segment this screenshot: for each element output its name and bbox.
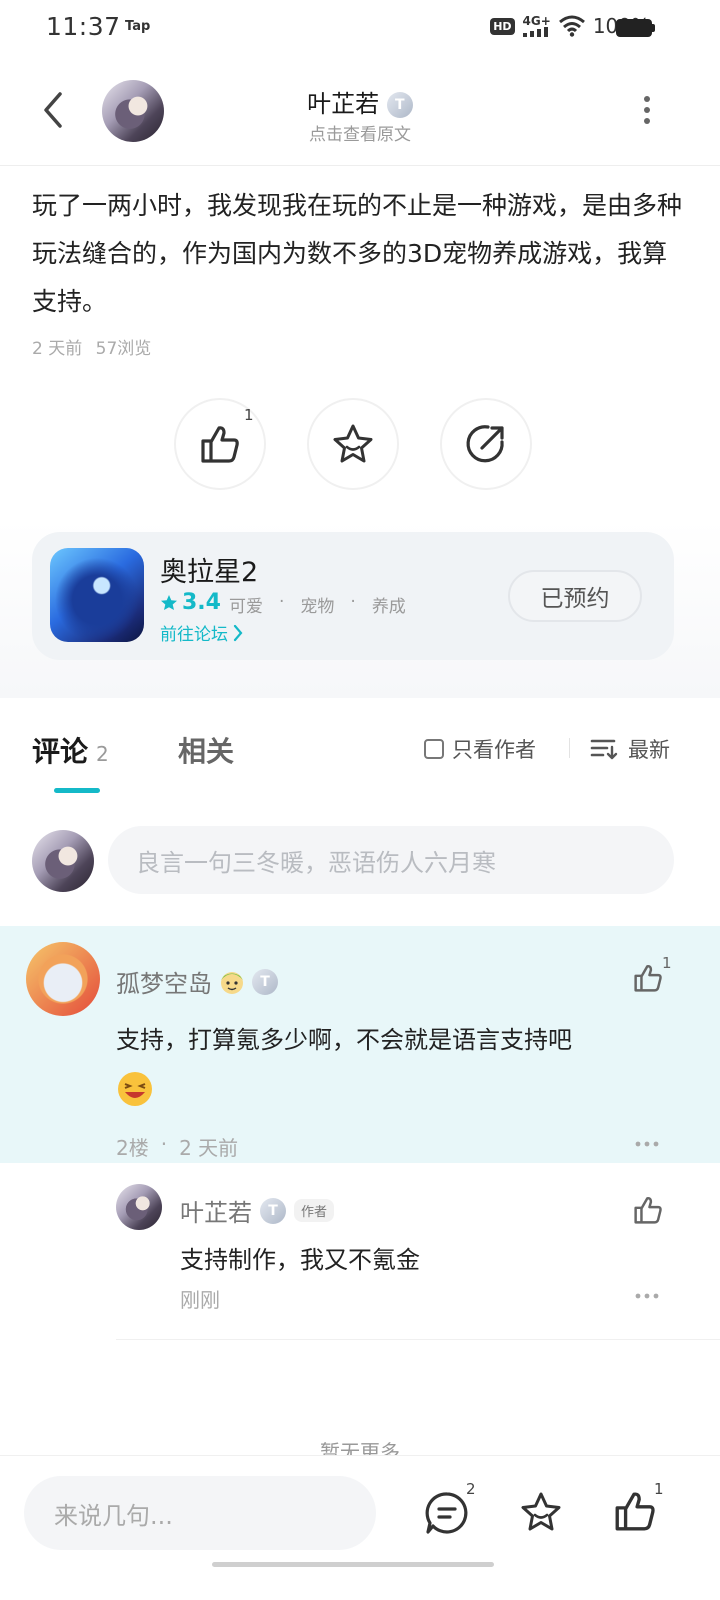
game-title[interactable]: 奥拉星2: [160, 550, 258, 589]
comment-like-button[interactable]: [632, 962, 664, 994]
favorite-button[interactable]: [307, 398, 399, 490]
level-badge: T: [252, 968, 278, 995]
author-tag: 作者: [294, 1199, 335, 1222]
level-badge: T: [386, 92, 413, 118]
meta-separator: ·: [160, 1132, 168, 1156]
bottom-favorite-button[interactable]: [518, 1490, 564, 1534]
post-meta: 2 天前 57浏览: [32, 334, 151, 359]
reply-user-name[interactable]: 叶芷若: [180, 1193, 252, 1228]
share-button[interactable]: [440, 398, 532, 490]
thumbs-up-icon: [615, 1492, 655, 1531]
rating-star-icon: [160, 594, 178, 612]
network-type: 4G+: [522, 14, 551, 28]
active-tab-indicator: [54, 788, 100, 793]
tag-separator: ·: [350, 592, 356, 612]
hd-badge: HD: [490, 17, 515, 35]
battery-icon: [616, 19, 652, 37]
sort-label: 最新: [628, 738, 670, 762]
thumbs-up-icon: [198, 422, 242, 466]
game-icon[interactable]: [50, 548, 144, 642]
reply-divider: [116, 1339, 720, 1340]
chevron-right-icon: [232, 624, 244, 642]
status-time: 11:37: [46, 12, 121, 41]
reply-header: 叶芷若 T 作者: [180, 1193, 335, 1228]
laughing-emoji-icon: [116, 1070, 154, 1108]
level-badge: T: [260, 1197, 286, 1224]
post-body: 玩了一两小时，我发现我在玩的不止是一种游戏，是由多种玩法缝合的，作为国内为数不多…: [32, 191, 683, 316]
comment-floor: 2楼: [116, 1136, 149, 1160]
more-options-icon[interactable]: [640, 94, 654, 126]
reserved-button[interactable]: 已预约: [508, 570, 642, 622]
comment-time: 2 天前: [179, 1136, 239, 1160]
author-only-checkbox[interactable]: [424, 739, 444, 759]
signal-icon: 4G+: [522, 14, 551, 37]
tab-comments[interactable]: 评论 2: [32, 730, 109, 770]
game-tag: 养成: [371, 597, 406, 617]
star-icon: [330, 422, 376, 466]
bottom-bar: 来说几句... 2 1: [0, 1455, 720, 1600]
reply-like-button[interactable]: [632, 1194, 664, 1226]
bottom-like-button[interactable]: [612, 1488, 658, 1534]
section-divider: [0, 698, 720, 712]
forum-link-label: 前往论坛: [160, 625, 228, 645]
sort-icon: [590, 738, 618, 760]
filter-divider: [569, 738, 570, 758]
wifi-icon: [558, 15, 585, 37]
post-header: 叶芷若 T 点击查看原文: [0, 60, 720, 166]
author-only-label: 只看作者: [452, 738, 536, 762]
rating-value: 3.4: [182, 590, 221, 615]
star-icon: [521, 1492, 561, 1531]
tab-related[interactable]: 相关: [178, 730, 234, 770]
comment-meta: 2楼 · 2 天前: [116, 1132, 238, 1161]
game-rating: 3.4: [160, 590, 221, 615]
comments-button[interactable]: [424, 1490, 470, 1536]
tag-separator: ·: [279, 592, 285, 612]
app-tag: Tap: [125, 19, 151, 34]
comment-like-count: 1: [662, 954, 672, 972]
commenter-row: 孤梦空岛 T: [116, 964, 278, 999]
game-tag: 可爱: [229, 597, 263, 617]
reply-text: 支持制作，我又不氪金: [180, 1246, 420, 1274]
page-title[interactable]: 叶芷若 T: [0, 84, 720, 119]
forum-link[interactable]: 前往论坛: [160, 620, 244, 645]
reply-more-icon[interactable]: [634, 1288, 660, 1304]
share-icon: [464, 422, 508, 466]
thumbs-up-icon: [634, 1197, 662, 1224]
comment-more-icon[interactable]: [634, 1136, 660, 1152]
post-time: 2 天前: [32, 339, 83, 359]
home-indicator[interactable]: [212, 1562, 494, 1567]
post-views: 57浏览: [95, 339, 152, 359]
comment-bubble-icon: [425, 1492, 468, 1534]
battery-tip: [652, 24, 655, 32]
bottom-like-count: 1: [654, 1480, 664, 1498]
reply-avatar[interactable]: [116, 1184, 162, 1230]
bottom-comment-input[interactable]: 来说几句...: [24, 1476, 376, 1550]
sort-button[interactable]: 最新: [590, 734, 670, 764]
commenter-avatar[interactable]: [26, 942, 100, 1016]
tab-comments-count: 2: [96, 742, 109, 766]
reply-time: 刚刚: [180, 1288, 220, 1312]
status-bar: 11:37 Tap HD 4G+ 100%: [0, 0, 720, 56]
my-avatar[interactable]: [32, 830, 94, 892]
game-tags: 可爱 · 宠物 · 养成: [229, 592, 406, 617]
commenter-name[interactable]: 孤梦空岛: [116, 964, 212, 999]
like-count: 1: [244, 406, 254, 424]
game-tag: 宠物: [300, 597, 335, 617]
author-only-filter[interactable]: 只看作者: [424, 734, 536, 764]
view-original-link[interactable]: 点击查看原文: [0, 120, 720, 145]
bottom-comment-count: 2: [466, 1480, 476, 1498]
game-card[interactable]: 奥拉星2 3.4 可爱 · 宠物 · 养成 前往论坛 已预约: [32, 532, 674, 660]
emoji-avatar-icon: [218, 968, 246, 996]
author-name: 叶芷若: [307, 90, 380, 118]
comment-text: 支持，打算氪多少啊，不会就是语言支持吧: [116, 1026, 572, 1054]
comment-input[interactable]: 良言一句三冬暖，恶语伤人六月寒: [108, 826, 674, 894]
thumbs-up-icon: [634, 965, 662, 992]
tab-comments-label: 评论: [32, 735, 89, 768]
